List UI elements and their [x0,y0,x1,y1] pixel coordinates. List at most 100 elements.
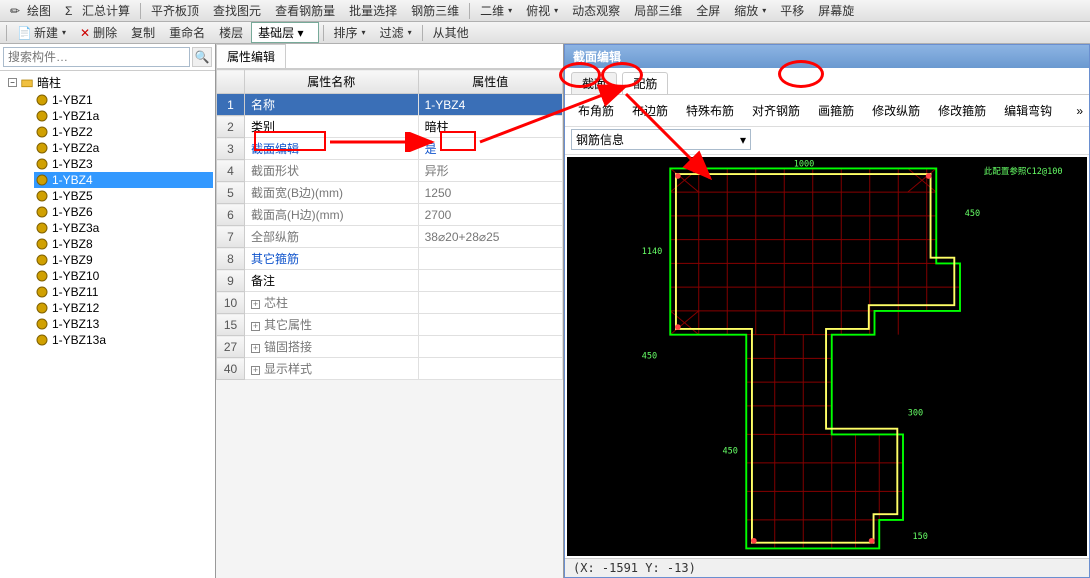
new-button[interactable]: 📄新建▾ [11,22,72,43]
floor-dropdown[interactable]: 楼层 [213,22,249,43]
prop-value-cell[interactable] [418,292,562,314]
tree-item[interactable]: 1-YBZ4 [34,172,213,188]
property-row[interactable]: 5截面宽(B边)(mm)1250 [217,182,563,204]
tree-item[interactable]: 1-YBZ10 [34,268,213,284]
tree-item[interactable]: 1-YBZ11 [34,284,213,300]
prop-name-cell[interactable]: 截面形状 [245,160,419,182]
prop-value-cell[interactable] [418,248,562,270]
tree-item[interactable]: 1-YBZ13 [34,316,213,332]
prop-value-cell[interactable] [418,358,562,380]
property-row[interactable]: 6截面高(H边)(mm)2700 [217,204,563,226]
prop-value-cell[interactable] [418,314,562,336]
prop-name-cell[interactable]: 其它箍筋 [245,248,419,270]
prop-value-cell[interactable] [418,270,562,292]
prop-value-cell[interactable] [418,336,562,358]
fullscreen-button[interactable]: 全屏 [690,0,726,21]
delete-button[interactable]: ✕删除 [74,22,123,43]
tree-item[interactable]: 1-YBZ2a [34,140,213,156]
modify-long-rebar-button[interactable]: 修改纵筋 [865,99,927,122]
more-icon[interactable]: » [1076,104,1083,118]
batch-select-button[interactable]: 批量选择 [343,0,403,21]
modify-stirrup-button[interactable]: 修改箍筋 [931,99,993,122]
prop-value-cell[interactable]: 1-YBZ4 [418,94,562,116]
tree-item[interactable]: 1-YBZ5 [34,188,213,204]
edge-rebar-button[interactable]: 布边筋 [625,99,675,122]
property-row[interactable]: 1名称1-YBZ4 [217,94,563,116]
summary-calc-button[interactable]: Σ汇总计算 [59,0,136,21]
top-view-button[interactable]: 俯视▾ [520,0,564,21]
property-row[interactable]: 15+其它属性 [217,314,563,336]
property-row[interactable]: 2类别暗柱 [217,116,563,138]
zoom-button[interactable]: 缩放▾ [728,0,772,21]
2d-view-button[interactable]: 二维▾ [474,0,518,21]
sort-button[interactable]: 排序▾ [328,22,372,43]
prop-name-cell[interactable]: +锚固搭接 [245,336,419,358]
tree-item[interactable]: 1-YBZ12 [34,300,213,316]
tree-item[interactable]: 1-YBZ1 [34,92,213,108]
property-row[interactable]: 7全部纵筋38⌀20+28⌀25 [217,226,563,248]
component-tree[interactable]: − 暗柱 1-YBZ11-YBZ1a1-YBZ21-YBZ2a1-YBZ31-Y… [0,71,215,578]
special-rebar-button[interactable]: 特殊布筋 [679,99,741,122]
property-row[interactable]: 10+芯柱 [217,292,563,314]
tree-item[interactable]: 1-YBZ3a [34,220,213,236]
search-input[interactable] [3,47,190,67]
layer-select[interactable]: 基础层 ▾ [251,22,318,43]
edit-hook-button[interactable]: 编辑弯钩 [997,99,1059,122]
local-3d-button[interactable]: 局部三维 [628,0,688,21]
view-rebar-button[interactable]: 查看钢筋量 [269,0,341,21]
prop-value-cell[interactable]: 1250 [418,182,562,204]
tree-root-node[interactable]: − 暗柱 [6,73,213,92]
prop-name-cell[interactable]: +显示样式 [245,358,419,380]
tab-rebar[interactable]: 配筋 [622,72,668,94]
prop-value-cell[interactable]: 是 [418,138,562,160]
pan-button[interactable]: 平移 [774,0,810,21]
property-row[interactable]: 8其它箍筋 [217,248,563,270]
property-row[interactable]: 27+锚固搭接 [217,336,563,358]
prop-name-cell[interactable]: 全部纵筋 [245,226,419,248]
tree-item[interactable]: 1-YBZ2 [34,124,213,140]
prop-name-cell[interactable]: 截面高(H边)(mm) [245,204,419,226]
tree-item-label: 1-YBZ5 [52,189,93,203]
dynamic-view-button[interactable]: 动态观察 [566,0,626,21]
prop-name-cell[interactable]: +芯柱 [245,292,419,314]
search-button[interactable]: 🔍 [192,47,212,67]
property-row[interactable]: 40+显示样式 [217,358,563,380]
tree-item[interactable]: 1-YBZ6 [34,204,213,220]
draw-button[interactable]: ✏绘图 [4,0,57,21]
prop-name-cell[interactable]: 名称 [245,94,419,116]
prop-value-cell[interactable]: 暗柱 [418,116,562,138]
find-element-button[interactable]: 查找图元 [207,0,267,21]
tree-item[interactable]: 1-YBZ8 [34,236,213,252]
prop-value-cell[interactable]: 异形 [418,160,562,182]
prop-value-cell[interactable]: 2700 [418,204,562,226]
align-rebar-button[interactable]: 对齐钢筋 [745,99,807,122]
from-other-button[interactable]: 从其他 [427,22,475,43]
tree-item[interactable]: 1-YBZ3 [34,156,213,172]
rebar-3d-button[interactable]: 钢筋三维 [405,0,465,21]
rename-button[interactable]: 重命名 [163,22,211,43]
align-top-button[interactable]: 平齐板顶 [145,0,205,21]
prop-name-cell[interactable]: +其它属性 [245,314,419,336]
filter-button[interactable]: 过滤▾ [374,22,418,43]
tree-item[interactable]: 1-YBZ13a [34,332,213,348]
cad-viewport[interactable]: 1000 450 1140 300 450 960 450 150 此配置参照C… [567,157,1087,556]
tab-property-edit[interactable]: 属性编辑 [216,44,286,68]
property-row[interactable]: 3截面编辑是 [217,138,563,160]
collapse-icon[interactable]: − [8,78,17,87]
prop-name-cell[interactable]: 截面宽(B边)(mm) [245,182,419,204]
draw-stirrup-button[interactable]: 画箍筋 [811,99,861,122]
tree-item[interactable]: 1-YBZ9 [34,252,213,268]
tree-item[interactable]: 1-YBZ1a [34,108,213,124]
prop-value-cell[interactable]: 38⌀20+28⌀25 [418,226,562,248]
property-row[interactable]: 9备注 [217,270,563,292]
copy-button[interactable]: 复制 [125,22,161,43]
prop-name-cell[interactable]: 类别 [245,116,419,138]
prop-name-cell[interactable]: 截面编辑 [245,138,419,160]
rebar-info-dropdown[interactable]: 钢筋信息▾ [571,129,751,150]
property-row[interactable]: 4截面形状异形 [217,160,563,182]
rotate-screen-button[interactable]: 屏幕旋 [812,0,860,21]
prop-name-cell[interactable]: 备注 [245,270,419,292]
tab-section[interactable]: 截面 [571,72,617,94]
tree-item-label: 1-YBZ4 [52,173,93,187]
corner-rebar-button[interactable]: 布角筋 [571,99,621,122]
